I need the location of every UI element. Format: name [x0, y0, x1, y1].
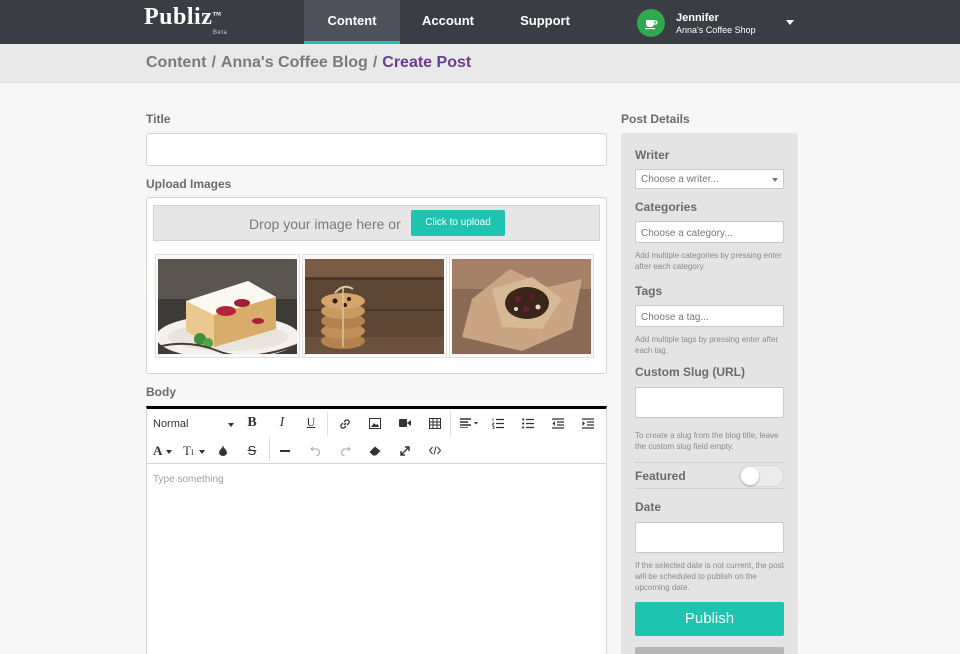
indent-icon[interactable] — [581, 418, 595, 432]
tags-placeholder: Choose a tag... — [641, 312, 709, 323]
logo-text: Publiz — [144, 4, 213, 30]
unordered-list-icon[interactable] — [521, 418, 535, 432]
font-size-label-small: I — [190, 448, 194, 457]
breadcrumb: Content / Anna's Coffee Blog / Create Post — [146, 54, 471, 72]
writer-select[interactable]: Choose a writer... — [635, 169, 784, 189]
strikethrough-button[interactable]: S — [245, 443, 259, 458]
top-nav: Publiz™ Beta Content Account Support Jen… — [0, 0, 960, 44]
image-icon[interactable] — [368, 418, 382, 432]
image-thumbnail-muffin[interactable] — [449, 254, 594, 358]
tab-account[interactable]: Account — [400, 0, 496, 44]
secondary-button[interactable] — [635, 647, 784, 654]
tags-input[interactable]: Choose a tag... — [635, 305, 784, 327]
font-size-label: T — [183, 443, 191, 458]
categories-help: Add multiple categories by pressing ente… — [635, 251, 782, 271]
logo-trademark: ™ — [212, 10, 222, 20]
tags-help: Add multiple tags by pressing enter afte… — [635, 335, 779, 355]
logo[interactable]: Publiz™ Beta — [144, 4, 227, 36]
font-color-button[interactable]: A — [153, 443, 175, 459]
horizontal-rule-icon[interactable] — [279, 450, 291, 452]
background-color-icon[interactable] — [217, 445, 229, 459]
cake-photo — [158, 259, 297, 354]
format-select-value: Normal — [153, 418, 189, 430]
toggle-knob — [741, 467, 759, 485]
breadcrumb-bar: Content / Anna's Coffee Blog / Create Post — [0, 44, 960, 83]
chevron-down-icon — [166, 450, 172, 454]
eraser-icon[interactable] — [368, 446, 382, 459]
avatar[interactable] — [637, 9, 665, 37]
categories-placeholder: Choose a category... — [641, 228, 733, 239]
user-name[interactable]: Jennifer — [676, 12, 719, 24]
image-dropzone[interactable]: Drop your image here or Click to upload — [153, 205, 600, 241]
code-view-icon[interactable] — [427, 446, 443, 458]
image-thumbnail-cake[interactable] — [155, 254, 300, 358]
font-size-button[interactable]: TI — [183, 443, 207, 459]
coffee-cup-icon — [645, 20, 658, 30]
upload-images-label: Upload Images — [146, 177, 232, 191]
tab-support[interactable]: Support — [496, 0, 594, 44]
date-input[interactable] — [635, 522, 784, 553]
format-select[interactable]: Normal — [153, 418, 234, 430]
undo-icon[interactable] — [308, 445, 322, 459]
custom-slug-label: Custom Slug (URL) — [635, 365, 745, 379]
categories-label: Categories — [635, 200, 698, 214]
breadcrumb-content[interactable]: Content — [146, 54, 206, 71]
custom-slug-help: To create a slug from the blog title, le… — [635, 431, 779, 451]
post-details-heading: Post Details — [621, 112, 690, 126]
breadcrumb-separator: / — [372, 54, 378, 71]
toolbar-divider — [327, 412, 328, 436]
chevron-down-icon — [199, 450, 205, 454]
editor-toolbar: Normal B I U A TI S — [147, 409, 606, 464]
align-dropdown-icon[interactable] — [459, 418, 481, 431]
fullscreen-icon[interactable] — [398, 446, 412, 459]
user-shop[interactable]: Anna's Coffee Shop — [676, 25, 756, 35]
cookies-photo — [305, 259, 444, 354]
link-icon[interactable] — [338, 418, 352, 433]
italic-button[interactable]: I — [275, 415, 289, 431]
chevron-down-icon — [228, 423, 234, 427]
image-upload-box: Drop your image here or Click to upload — [146, 197, 607, 374]
table-icon[interactable] — [428, 418, 442, 432]
breadcrumb-blog[interactable]: Anna's Coffee Blog — [221, 54, 368, 71]
breadcrumb-separator: / — [211, 54, 216, 71]
drop-text: Drop your image here or — [249, 216, 401, 232]
ordered-list-icon[interactable] — [491, 418, 505, 432]
toolbar-divider — [450, 412, 451, 436]
user-menu-chevron-down-icon[interactable] — [786, 20, 794, 25]
title-input[interactable] — [146, 133, 607, 166]
upload-button[interactable]: Click to upload — [411, 210, 505, 236]
writer-select-value: Choose a writer... — [641, 174, 719, 185]
featured-label: Featured — [635, 469, 686, 483]
body-label: Body — [146, 385, 176, 399]
outdent-icon[interactable] — [551, 418, 565, 432]
date-label: Date — [635, 500, 662, 514]
title-label: Title — [146, 112, 171, 126]
categories-input[interactable]: Choose a category... — [635, 221, 784, 243]
publish-button[interactable]: Publish — [635, 602, 784, 636]
bold-button[interactable]: B — [245, 415, 259, 431]
post-details-panel: Writer Choose a writer... Categories Cho… — [621, 133, 798, 654]
underline-button[interactable]: U — [304, 415, 318, 430]
date-help: If the selected date is not current, the… — [635, 561, 784, 592]
tab-content[interactable]: Content — [304, 0, 400, 44]
chevron-down-icon — [772, 178, 778, 182]
video-icon[interactable] — [398, 418, 412, 431]
beta-badge: Beta — [213, 30, 228, 36]
writer-label: Writer — [635, 148, 670, 162]
breadcrumb-current: Create Post — [382, 54, 472, 71]
redo-icon[interactable] — [338, 445, 352, 459]
custom-slug-input[interactable] — [635, 387, 784, 418]
featured-row: Featured — [635, 462, 784, 489]
body-editor-placeholder[interactable]: Type something — [153, 474, 224, 485]
rich-text-editor: Normal B I U A TI S Type something — [146, 406, 607, 654]
muffin-photo — [452, 259, 591, 354]
image-thumbnail-cookies[interactable] — [302, 254, 447, 358]
featured-toggle[interactable] — [739, 465, 784, 487]
toolbar-divider — [269, 438, 270, 462]
font-color-label: A — [153, 443, 163, 458]
tags-label: Tags — [635, 284, 663, 298]
